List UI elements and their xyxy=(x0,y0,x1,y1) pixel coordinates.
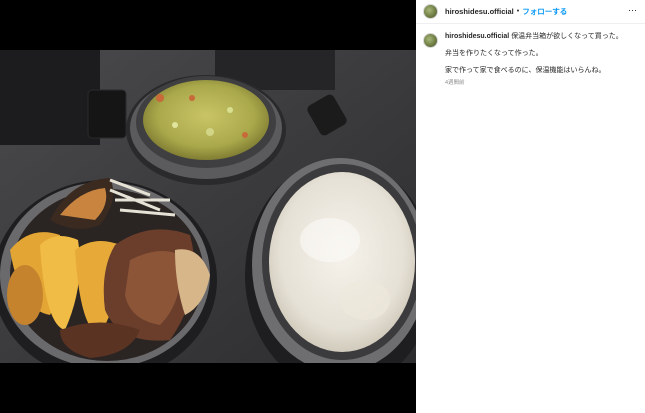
post-viewer: hiroshidesu.official • フォローする ⋯ hiroshid… xyxy=(0,0,645,413)
caption-avatar[interactable] xyxy=(423,33,438,48)
post-sidebar: hiroshidesu.official • フォローする ⋯ hiroshid… xyxy=(416,0,645,413)
caption-username[interactable]: hiroshidesu.official xyxy=(445,33,509,40)
photo-pane xyxy=(0,0,416,413)
post-timestamp[interactable]: 4週間前 xyxy=(445,78,635,86)
caption-body: hiroshidesu.official 保温弁当箱が欲しくなって買った。 弁当… xyxy=(445,32,635,86)
caption-comment: hiroshidesu.official 保温弁当箱が欲しくなって買った。 弁当… xyxy=(423,32,638,86)
post-photo[interactable] xyxy=(0,50,416,363)
caption-first-line: hiroshidesu.official 保温弁当箱が欲しくなって買った。 xyxy=(445,32,635,42)
post-header: hiroshidesu.official • フォローする ⋯ xyxy=(416,0,645,24)
caption-line-3: 家で作って家で食べるのに、保温機能はいらんね。 xyxy=(445,67,606,74)
bento-photo-image xyxy=(0,50,416,363)
caption-line-1: 保温弁当箱が欲しくなって買った。 xyxy=(511,33,623,40)
post-username[interactable]: hiroshidesu.official xyxy=(445,7,514,16)
avatar[interactable] xyxy=(423,4,438,19)
caption-line-2: 弁当を作りたくなって作った。 xyxy=(445,50,543,57)
separator-dot: • xyxy=(516,8,520,15)
more-horizontal-icon[interactable]: ⋯ xyxy=(628,5,637,16)
follow-button[interactable]: フォローする xyxy=(522,6,567,17)
